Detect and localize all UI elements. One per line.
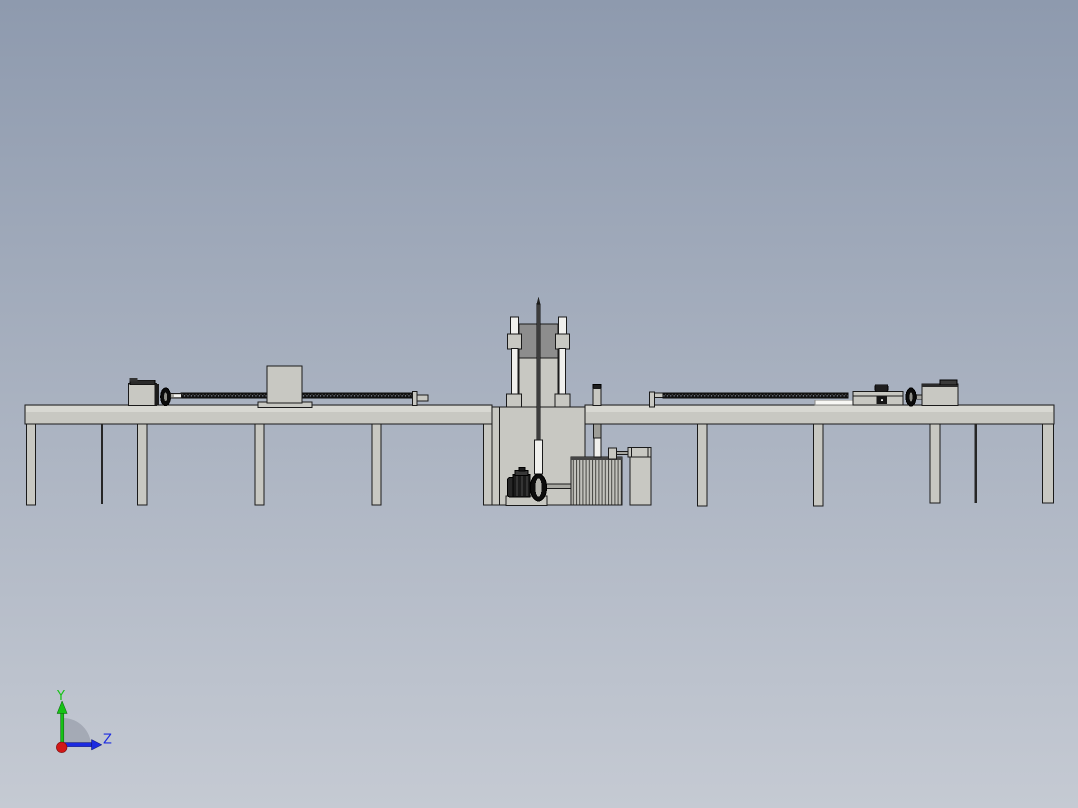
right-feed-motor (905, 379, 959, 407)
slider-carriage (257, 365, 313, 408)
left-end-bracket (412, 391, 429, 407)
linear-rail (814, 399, 854, 406)
ribbed-gearbox (570, 456, 623, 506)
left-feed-motor (128, 377, 182, 407)
triad-arc (63, 718, 91, 746)
orientation-triad: Y Z (56, 689, 112, 753)
spindle-rod (536, 303, 541, 441)
lead-screw-right (662, 392, 849, 399)
right-carriage (852, 384, 904, 406)
left-feed-unit[interactable] (128, 365, 429, 408)
y-axis-label: Y (56, 689, 65, 704)
right-feed-unit[interactable] (648, 379, 959, 408)
z-axis-label: Z (103, 733, 112, 748)
x-axis-dot (56, 741, 68, 753)
model-drawing: Y Z (24, 296, 1055, 753)
central-press-station[interactable] (491, 296, 652, 506)
cad-viewport[interactable]: Y Z (0, 0, 1078, 808)
